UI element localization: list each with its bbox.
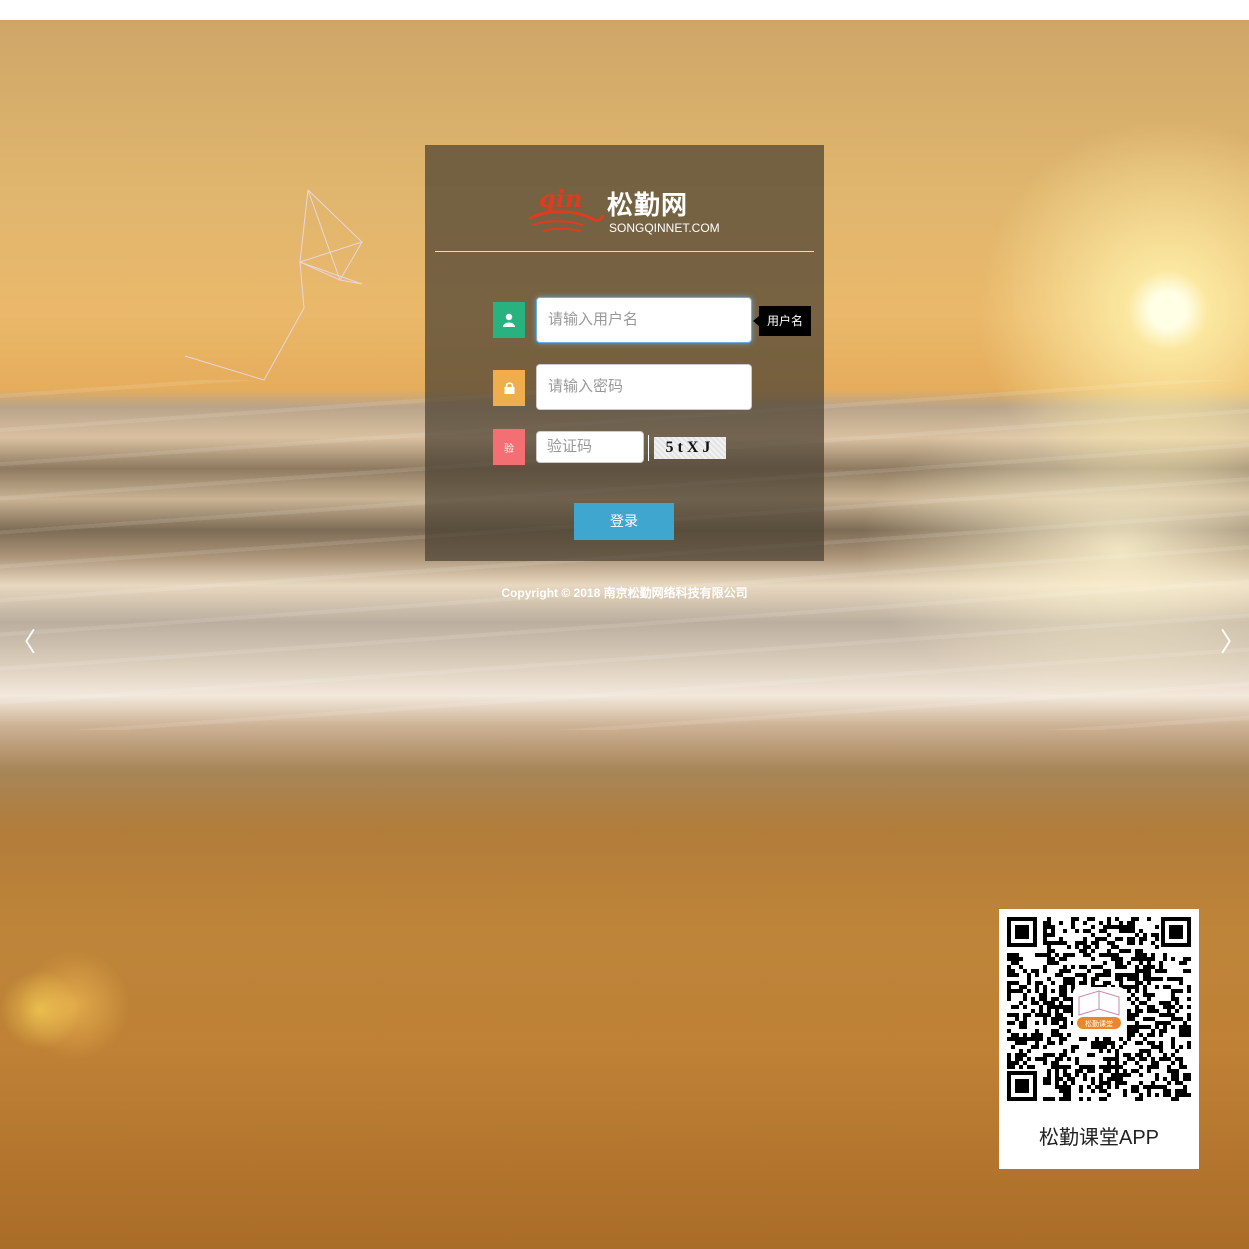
- qr-code-image: 松勤课堂: [1005, 915, 1193, 1103]
- kite-line-decoration: [184, 189, 363, 381]
- chevron-left-icon: 〈: [10, 628, 37, 658]
- password-icon-box: [493, 370, 525, 406]
- carousel-next-button[interactable]: 〉: [1220, 630, 1246, 656]
- captcha-placeholder: 验证码: [547, 438, 593, 455]
- captcha-icon: 验: [504, 443, 514, 455]
- copyright-text: Copyright © 2018 南京松勤网络科技有限公司: [501, 586, 748, 600]
- brand-name: 松勤网: [607, 191, 689, 221]
- username-icon-box: [493, 302, 525, 338]
- captcha-image[interactable]: 5tXJ: [654, 437, 726, 459]
- captcha-icon-box: 验: [493, 429, 525, 465]
- captcha-separator: [648, 435, 649, 461]
- lock-icon: [504, 382, 514, 394]
- username-tooltip: 用户名: [753, 306, 811, 336]
- qr-badge-text: 松勤课堂: [1085, 1019, 1113, 1028]
- svg-text:qin: qin: [539, 184, 582, 213]
- lens-flare: [0, 970, 80, 1050]
- top-bar: [0, 0, 1249, 20]
- user-icon: [503, 313, 515, 327]
- logo-mark-icon: qin: [528, 184, 605, 232]
- login-panel: qin 松勤网 SONGQINNET.COM 请输入用户名 用户名 请输入密码 …: [425, 145, 824, 561]
- brand-domain: SONGQINNET.COM: [609, 221, 720, 235]
- username-input[interactable]: 请输入用户名: [536, 297, 752, 343]
- login-button[interactable]: 登录: [574, 503, 674, 540]
- chevron-right-icon: 〉: [1220, 628, 1247, 658]
- password-input[interactable]: 请输入密码: [536, 364, 752, 410]
- password-placeholder: 请输入密码: [548, 378, 624, 395]
- app-caption: 松勤课堂APP: [1038, 1127, 1160, 1149]
- carousel-prev-button[interactable]: 〈: [10, 630, 36, 656]
- username-placeholder: 请输入用户名: [548, 311, 639, 328]
- captcha-input[interactable]: 验证码: [536, 431, 644, 463]
- header-divider: [435, 251, 814, 252]
- brand-logo: qin 松勤网 SONGQINNET.COM: [525, 181, 725, 241]
- app-qr-card: 松勤课堂 松勤课堂APP: [999, 909, 1199, 1169]
